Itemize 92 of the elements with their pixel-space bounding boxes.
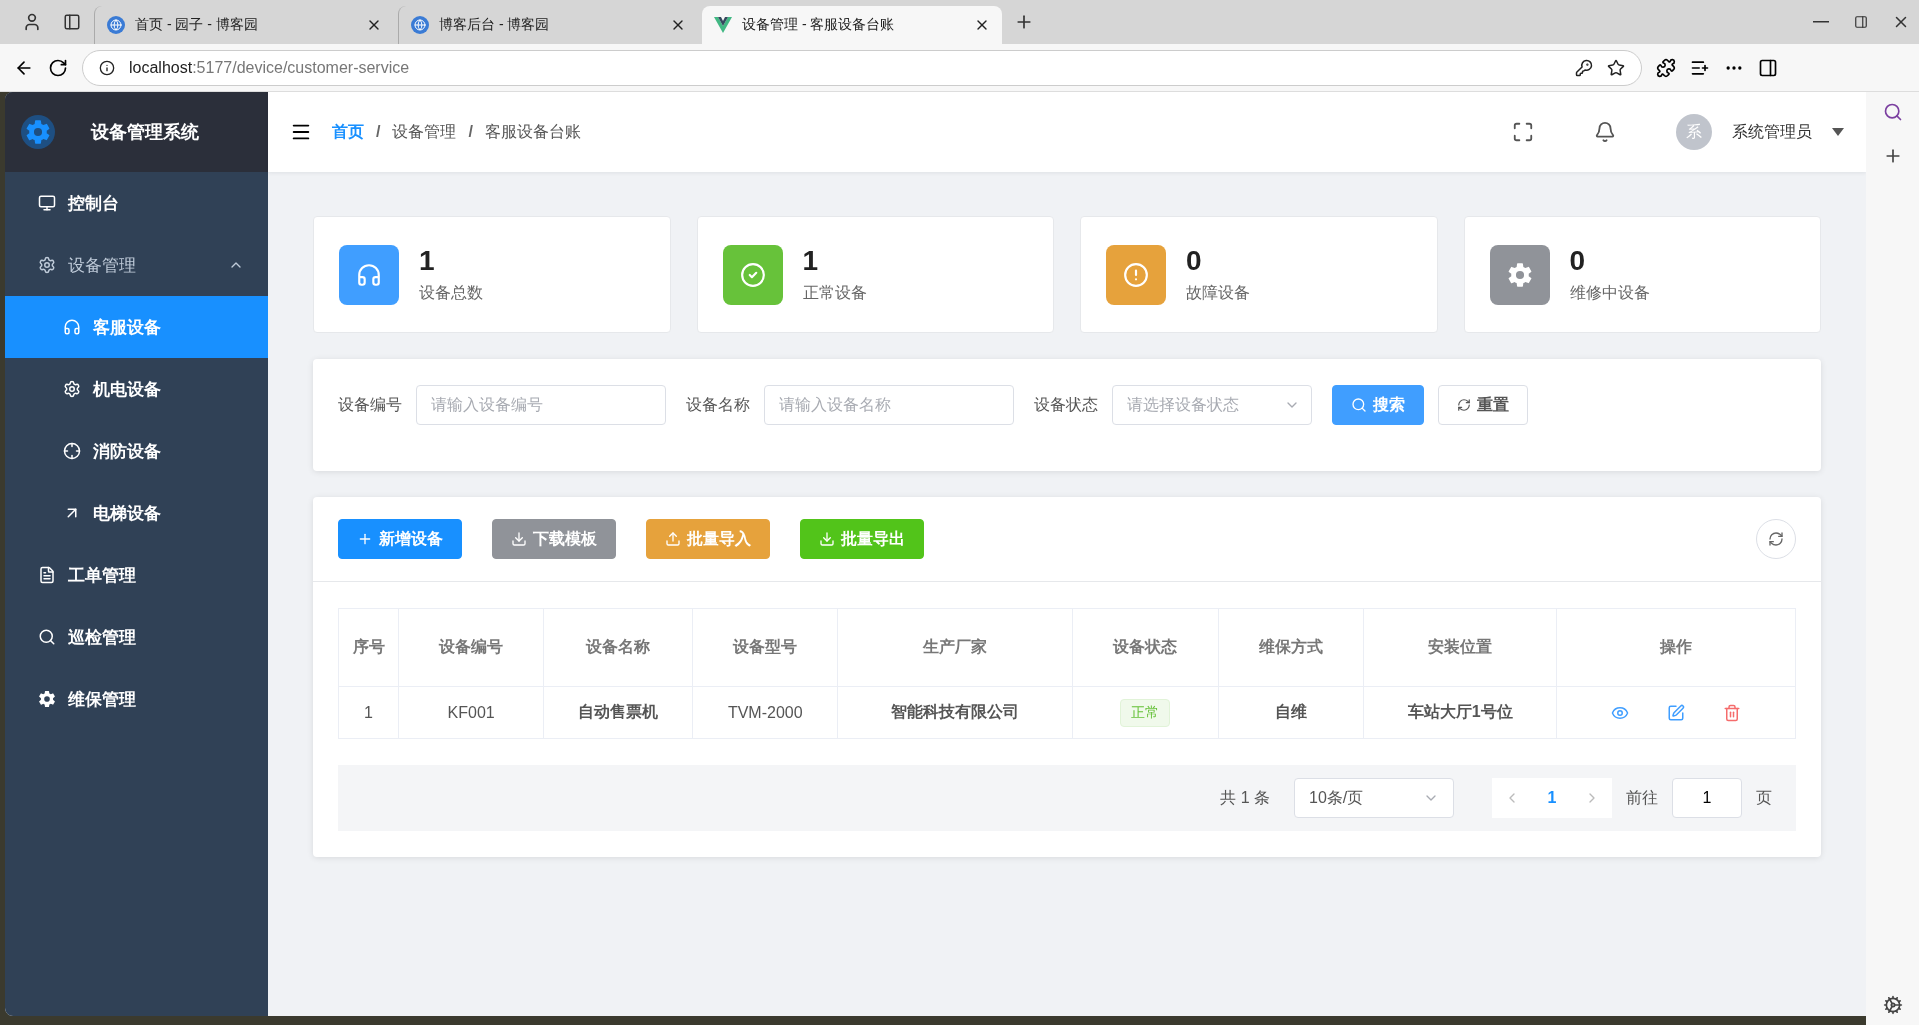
monitor-icon — [38, 194, 56, 212]
goto-input[interactable]: 1 — [1672, 778, 1742, 818]
sidebar-item[interactable]: 电梯设备 — [5, 482, 268, 544]
reset-button[interactable]: 重置 — [1438, 385, 1528, 425]
page-suffix: 页 — [1756, 787, 1772, 808]
document-icon — [38, 566, 56, 584]
person-icon — [22, 12, 42, 32]
caret-icon[interactable] — [1832, 128, 1844, 136]
settings-icon[interactable] — [1882, 995, 1903, 1015]
gear-icon — [63, 380, 81, 398]
address-bar[interactable]: localhost:5177/device/customer-service — [82, 49, 1642, 86]
sidebar-item[interactable]: 机电设备 — [5, 358, 268, 420]
download-icon — [819, 531, 835, 547]
app-title: 设备管理系统 — [91, 121, 199, 144]
table-cell: 车站大厅1号位 — [1363, 686, 1557, 739]
sidebar-item[interactable]: 维保管理 — [5, 668, 268, 730]
sidebar-toggle-icon[interactable] — [1758, 57, 1778, 78]
column-header: 设备型号 — [692, 608, 838, 687]
crosshair-icon — [63, 442, 81, 460]
trash-icon — [1723, 703, 1742, 722]
sidebar-item[interactable]: 设备管理 — [5, 234, 268, 296]
sidebar-item[interactable]: 控制台 — [5, 172, 268, 234]
breadcrumb-item: 客服设备台账 — [484, 121, 581, 142]
reload-icon[interactable] — [48, 57, 68, 78]
column-header: 维保方式 — [1218, 608, 1364, 687]
column-header: 设备编号 — [398, 608, 544, 687]
page-size-select[interactable]: 10条/页 — [1294, 778, 1454, 818]
goto-label: 前往 — [1626, 787, 1658, 808]
search-icon — [1351, 397, 1367, 413]
info-icon[interactable] — [99, 59, 115, 76]
panel-icon — [63, 13, 81, 31]
alert-icon — [1123, 261, 1149, 288]
table-cell: 自动售票机 — [543, 686, 693, 739]
upload-icon — [665, 531, 681, 547]
breadcrumb-separator: / — [376, 123, 381, 141]
bell-icon[interactable] — [1594, 121, 1616, 143]
download-icon — [511, 531, 527, 547]
key-icon[interactable] — [1575, 58, 1593, 77]
fullscreen-icon[interactable] — [1512, 121, 1534, 143]
window-icon — [1854, 15, 1868, 29]
refresh-button[interactable] — [1756, 519, 1796, 559]
gear-icon — [1506, 261, 1533, 288]
user-name[interactable]: 系统管理员 — [1732, 121, 1812, 143]
headset-icon — [63, 318, 81, 336]
column-header: 序号 — [338, 608, 399, 687]
stat-label: 正常设备 — [802, 283, 867, 303]
edit-icon — [1667, 703, 1686, 722]
breadcrumb-separator: / — [468, 123, 473, 141]
input-field[interactable]: 请输入设备名称 — [764, 385, 1014, 425]
field-label: 设备编号 — [338, 394, 402, 415]
delete-button[interactable] — [1723, 703, 1742, 722]
column-header: 操作 — [1556, 608, 1796, 687]
refresh-icon — [1457, 398, 1471, 412]
breadcrumb-item[interactable]: 设备管理 — [392, 121, 457, 143]
sidebar-item[interactable]: 工单管理 — [5, 544, 268, 606]
plus-icon — [357, 531, 373, 547]
column-header: 生产厂家 — [837, 608, 1073, 687]
table-cell: KF001 — [398, 686, 544, 739]
stat-label: 故障设备 — [1186, 283, 1250, 303]
stat-label: 设备总数 — [419, 283, 483, 303]
favicon-icon — [714, 16, 732, 34]
stat-value: 0 — [1569, 245, 1587, 277]
total-count: 共 1 条 — [1220, 787, 1270, 808]
gear-icon — [38, 256, 56, 274]
stat-value: 0 — [1186, 245, 1203, 277]
stat-value: 1 — [802, 245, 820, 277]
table-cell: TVM-2000 — [692, 686, 838, 739]
column-header: 安装位置 — [1363, 608, 1557, 687]
column-header: 设备名称 — [543, 608, 693, 687]
select-field[interactable]: 请选择设备状态 — [1112, 385, 1312, 425]
table-cell: 自维 — [1218, 686, 1364, 739]
check-circle-icon — [739, 261, 766, 288]
browser-tab[interactable]: 设备管理 - 客服设备台账 — [702, 6, 1002, 44]
stat-value: 1 — [419, 245, 436, 277]
stat-label: 维修中设备 — [1569, 283, 1650, 303]
field-label: 设备状态 — [1034, 394, 1098, 415]
field-label: 设备名称 — [686, 394, 750, 415]
extensions-icon[interactable] — [1656, 57, 1676, 78]
search-icon[interactable] — [1882, 102, 1903, 122]
edit-button[interactable] — [1667, 703, 1686, 722]
column-header: 设备状态 — [1072, 608, 1219, 687]
table-cell: 1 — [338, 686, 399, 739]
refresh-icon — [1768, 531, 1784, 547]
sidebar-item[interactable]: 消防设备 — [5, 420, 268, 482]
gear-icon — [38, 690, 56, 708]
headset-icon — [356, 261, 382, 288]
table-cell: 智能科技有限公司 — [837, 686, 1073, 739]
sidebar-item[interactable]: 巡检管理 — [5, 606, 268, 668]
status-tag: 正常 — [1120, 698, 1171, 727]
search-icon — [38, 628, 56, 646]
star-icon[interactable] — [1607, 58, 1625, 77]
input-field[interactable]: 请输入设备编号 — [416, 385, 666, 425]
